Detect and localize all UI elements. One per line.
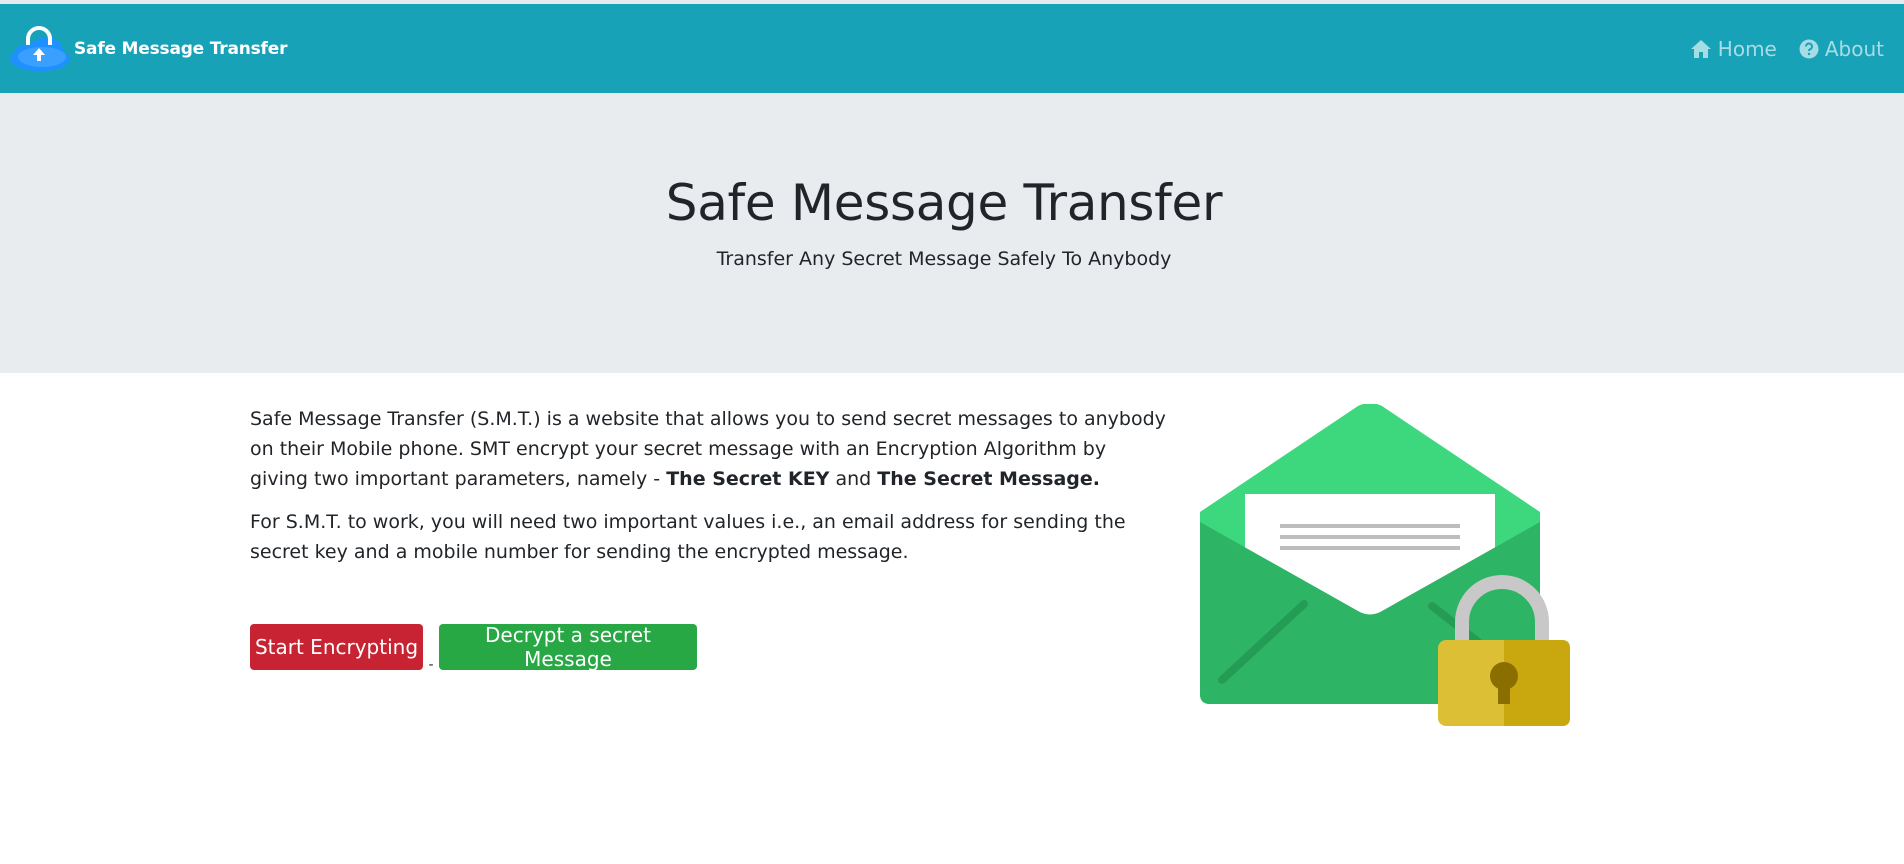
start-encrypting-button[interactable]: Start Encrypting	[250, 624, 423, 670]
intro-content: Safe Message Transfer (S.M.T.) is a webs…	[250, 404, 1170, 580]
nav-about-label: About	[1824, 36, 1884, 61]
home-icon	[1690, 39, 1711, 58]
intro-paragraph-1: Safe Message Transfer (S.M.T.) is a webs…	[250, 404, 1170, 494]
envelope-lock-illustration	[1200, 404, 1570, 726]
action-buttons: Start Encrypting - Decrypt a secret Mess…	[250, 623, 697, 673]
brand-name: Safe Message Transfer	[74, 38, 288, 59]
cloud-lock-logo-icon	[10, 25, 70, 71]
question-circle-icon	[1799, 39, 1819, 58]
decrypt-message-button[interactable]: Decrypt a secret Message	[439, 623, 697, 671]
hero-title: Safe Message Transfer	[665, 174, 1223, 232]
and-text: and	[829, 468, 878, 490]
button-separator: -	[428, 657, 434, 673]
secret-key-label: The Secret KEY	[666, 468, 830, 490]
nav-links: Home About	[1668, 37, 1904, 61]
nav-home-link[interactable]: Home	[1690, 37, 1777, 61]
brand-link[interactable]: Safe Message Transfer	[0, 4, 287, 93]
intro-paragraph-2: For S.M.T. to work, you will need two im…	[250, 511, 1126, 563]
hero-subtitle: Transfer Any Secret Message Safely To An…	[716, 248, 1172, 270]
nav-about-link[interactable]: About	[1799, 37, 1884, 61]
navbar: Safe Message Transfer Home About	[0, 4, 1904, 93]
nav-home-label: Home	[1717, 36, 1777, 61]
hero-jumbotron: Safe Message Transfer Transfer Any Secre…	[0, 93, 1904, 373]
secret-message-label: The Secret Message.	[877, 468, 1100, 490]
